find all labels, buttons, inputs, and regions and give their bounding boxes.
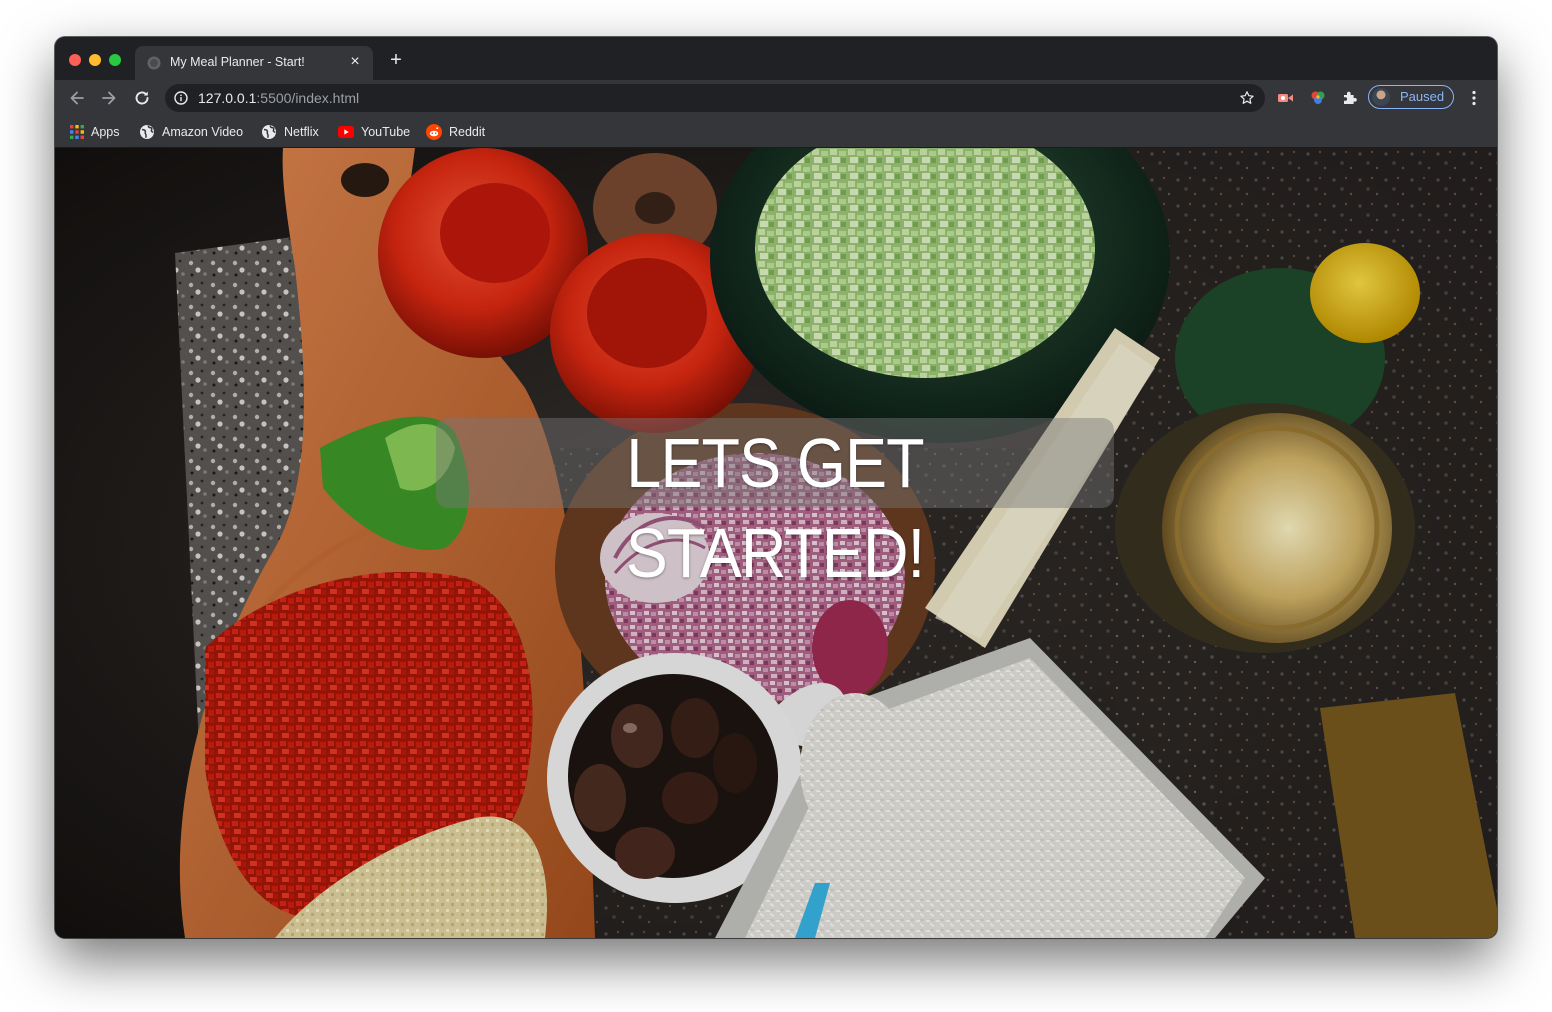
bookmark-reddit[interactable]: Reddit: [426, 123, 485, 141]
tab-close-icon[interactable]: ×: [346, 53, 364, 71]
bookmarks-bar: Apps Amazon Video Netflix YouTube Reddit: [55, 116, 1497, 148]
bookmark-label: Amazon Video: [162, 125, 244, 139]
more-menu-icon[interactable]: [1465, 89, 1483, 107]
new-tab-button[interactable]: +: [385, 50, 407, 70]
url-path: :5500/index.html: [256, 90, 360, 106]
url-text[interactable]: 127.0.0.1:5500/index.html: [198, 90, 359, 106]
maximize-window-button[interactable]: [109, 54, 121, 66]
bookmark-star-icon[interactable]: [1239, 90, 1255, 106]
back-arrow-icon[interactable]: [67, 88, 87, 108]
profile-button[interactable]: Paused: [1368, 85, 1454, 109]
bookmark-youtube[interactable]: YouTube: [338, 123, 410, 141]
screen-recorder-extension-icon[interactable]: [1276, 89, 1294, 107]
profile-status-label: Paused: [1400, 89, 1445, 104]
browser-window: My Meal Planner - Start! × + 127.0.0.1:5…: [55, 37, 1497, 938]
color-picker-extension-icon[interactable]: [1309, 89, 1327, 107]
tab-title: My Meal Planner - Start!: [170, 55, 305, 69]
bookmark-netflix[interactable]: Netflix: [261, 123, 319, 141]
reddit-icon: [426, 124, 442, 140]
url-host: 127.0.0.1: [198, 90, 257, 106]
apps-grid-icon: [70, 125, 84, 139]
avatar: [1372, 88, 1390, 106]
page-viewport: LETS GET STARTED!: [55, 148, 1497, 938]
forward-arrow-icon[interactable]: [99, 88, 119, 108]
extensions-puzzle-icon[interactable]: [1341, 89, 1359, 107]
globe-icon: [262, 125, 276, 139]
bookmark-label: Netflix: [284, 125, 319, 139]
bookmark-label: Reddit: [449, 125, 486, 139]
minimize-window-button[interactable]: [89, 54, 101, 66]
close-window-button[interactable]: [69, 54, 81, 66]
youtube-icon: [338, 126, 354, 138]
reload-icon[interactable]: [132, 88, 152, 108]
bookmark-label: YouTube: [361, 125, 411, 139]
bookmark-apps[interactable]: Apps: [70, 123, 120, 141]
globe-favicon-icon: [147, 56, 161, 70]
globe-icon: [140, 125, 154, 139]
page-headline: LETS GET STARTED!: [625, 424, 925, 592]
bookmark-amazon-video[interactable]: Amazon Video: [139, 123, 243, 141]
address-bar[interactable]: 127.0.0.1:5500/index.html: [165, 84, 1265, 112]
tab-strip: My Meal Planner - Start! × +: [55, 37, 1497, 80]
toolbar: 127.0.0.1:5500/index.html Paused: [55, 80, 1497, 116]
headline-banner: LETS GET STARTED!: [436, 418, 1114, 592]
tab-active[interactable]: My Meal Planner - Start! ×: [135, 46, 373, 80]
bookmark-label: Apps: [91, 125, 120, 139]
site-info-icon[interactable]: [174, 91, 188, 105]
